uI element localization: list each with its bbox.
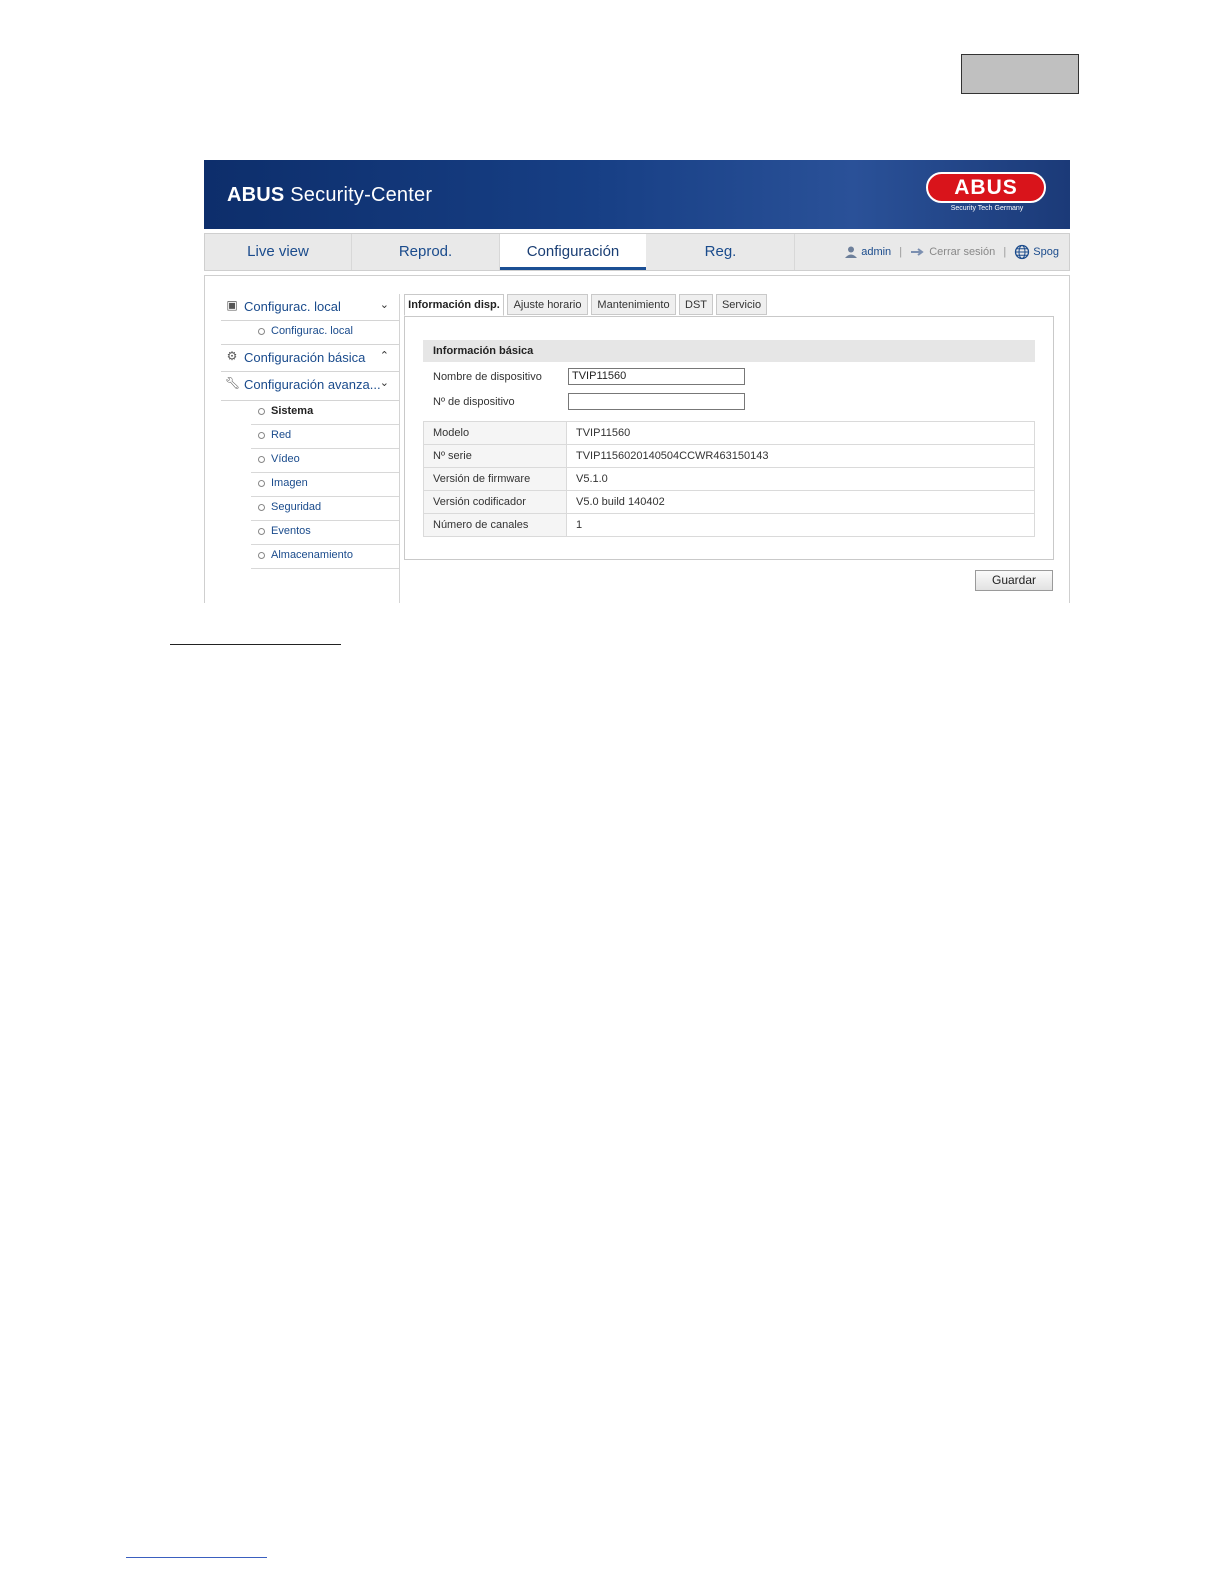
abus-logo-oval: ABUS	[926, 172, 1046, 203]
sidebar-section-local[interactable]: ▣ Configurac. local ⌄	[221, 294, 399, 321]
sidebar-item-storage[interactable]: Almacenamiento	[251, 545, 399, 569]
table-row: Modelo TVIP11560	[423, 421, 1035, 445]
sidebar-item-label: Seguridad	[271, 501, 322, 513]
tab-log[interactable]: Reg.	[647, 234, 795, 270]
bullet-icon	[258, 408, 265, 415]
heading-underline	[170, 644, 341, 645]
table-row: Número de canales 1	[423, 513, 1035, 537]
abus-security-center-window: ABUS Security-Center ABUS Security Tech …	[204, 160, 1070, 603]
language-select[interactable]: Spog	[1033, 246, 1059, 258]
table-row: Nº serie TVIP1156020140504CCWR463150143	[423, 444, 1035, 468]
bullet-icon	[258, 504, 265, 511]
separator: |	[899, 246, 903, 259]
user-area: admin | Cerrar sesión | Spog	[844, 234, 1059, 270]
info-value: TVIP11560	[566, 421, 1035, 445]
info-key: Número de canales	[423, 513, 567, 537]
sidebar-item-video[interactable]: Vídeo	[251, 449, 399, 473]
device-name-label: Nombre de dispositivo	[433, 371, 542, 383]
gear-icon: ⚙	[226, 349, 238, 363]
app-title: ABUS Security-Center	[227, 184, 432, 207]
header-banner: ABUS Security-Center ABUS Security Tech …	[204, 160, 1070, 229]
sidebar-item-security[interactable]: Seguridad	[251, 497, 399, 521]
chevron-down-icon: ⌄	[379, 377, 389, 389]
sidebar-section-label: Configuración avanza...	[244, 377, 381, 392]
sidebar-item-label: Configurac. local	[271, 325, 353, 337]
info-value: V5.0 build 140402	[566, 490, 1035, 514]
sidebar-section-label: Configurac. local	[244, 299, 341, 314]
wrench-icon: 🔧︎	[225, 376, 241, 390]
footer-link-underline	[126, 1557, 267, 1558]
tab-configuration[interactable]: Configuración	[500, 234, 646, 270]
user-icon	[845, 246, 858, 259]
page-corner-box	[961, 54, 1079, 94]
bullet-icon	[258, 456, 265, 463]
info-value: 1	[566, 513, 1035, 537]
logout-link[interactable]: Cerrar sesión	[929, 246, 995, 258]
device-number-input[interactable]	[568, 393, 745, 410]
logout-icon	[911, 248, 924, 256]
device-number-label: Nº de dispositivo	[433, 396, 515, 408]
config-sidebar: ▣ Configurac. local ⌄ Configurac. local …	[221, 294, 399, 569]
separator: |	[1003, 246, 1007, 259]
tab-live-view[interactable]: Live view	[205, 234, 352, 270]
sidebar-item-network[interactable]: Red	[251, 425, 399, 449]
sidebar-item-label: Almacenamiento	[271, 549, 353, 561]
table-row: Versión codificador V5.0 build 140402	[423, 490, 1035, 514]
config-frame: ▣ Configurac. local ⌄ Configurac. local …	[204, 275, 1070, 603]
chevron-down-icon: ⌄	[379, 299, 389, 311]
info-key: Nº serie	[423, 444, 567, 468]
device-name-input[interactable]: TVIP11560	[568, 368, 745, 385]
table-row: Versión de firmware V5.1.0	[423, 467, 1035, 491]
username-link[interactable]: admin	[861, 246, 891, 258]
sidebar-item-system[interactable]: Sistema	[251, 401, 399, 425]
tab-playback[interactable]: Reprod.	[352, 234, 500, 270]
globe-icon	[1015, 244, 1030, 260]
sidebar-item-local-config[interactable]: Configurac. local	[251, 321, 399, 344]
device-info-panel: Información básica Nombre de dispositivo…	[404, 316, 1054, 560]
chevron-up-icon: ⌃	[379, 350, 389, 362]
bullet-icon	[258, 552, 265, 559]
monitor-icon: ▣	[226, 298, 238, 312]
sidebar-item-label: Vídeo	[271, 453, 300, 465]
info-key: Modelo	[423, 421, 567, 445]
app-title-text: Security-Center	[290, 184, 433, 206]
main-nav: Live view Reprod. Configuración Reg. adm…	[204, 233, 1070, 271]
sidebar-item-label: Red	[271, 429, 292, 441]
sidebar-item-image[interactable]: Imagen	[251, 473, 399, 497]
bullet-icon	[258, 328, 265, 335]
tab-device-info[interactable]: Información disp.	[404, 294, 504, 316]
sidebar-section-label: Configuración básica	[244, 350, 366, 365]
save-button[interactable]: Guardar	[975, 570, 1053, 591]
abus-logo: ABUS Security Tech Germany	[926, 172, 1048, 216]
tab-maintenance[interactable]: Mantenimiento	[591, 294, 676, 315]
sidebar-section-advanced[interactable]: 🔧︎ Configuración avanza... ⌄	[221, 372, 399, 401]
tab-time-settings[interactable]: Ajuste horario	[507, 294, 588, 315]
sidebar-divider	[399, 294, 400, 603]
abus-logo-tagline: Security Tech Germany	[950, 205, 1024, 212]
tab-dst[interactable]: DST	[679, 294, 713, 315]
sidebar-item-label: Sistema	[271, 405, 314, 417]
bullet-icon	[258, 432, 265, 439]
sidebar-item-label: Eventos	[271, 525, 311, 537]
info-value: V5.1.0	[566, 467, 1035, 491]
section-heading: Información básica	[423, 340, 1035, 362]
info-key: Versión codificador	[423, 490, 567, 514]
app-title-brand: ABUS	[227, 184, 285, 206]
sidebar-item-events[interactable]: Eventos	[251, 521, 399, 545]
info-key: Versión de firmware	[423, 467, 567, 491]
tab-service[interactable]: Servicio	[716, 294, 767, 315]
bullet-icon	[258, 528, 265, 535]
sidebar-item-label: Imagen	[271, 477, 308, 489]
info-value: TVIP1156020140504CCWR463150143	[566, 444, 1035, 468]
sidebar-section-basic[interactable]: ⚙ Configuración básica ⌃	[221, 344, 399, 372]
bullet-icon	[258, 480, 265, 487]
device-info-table: Modelo TVIP11560 Nº serie TVIP1156020140…	[423, 421, 1035, 537]
